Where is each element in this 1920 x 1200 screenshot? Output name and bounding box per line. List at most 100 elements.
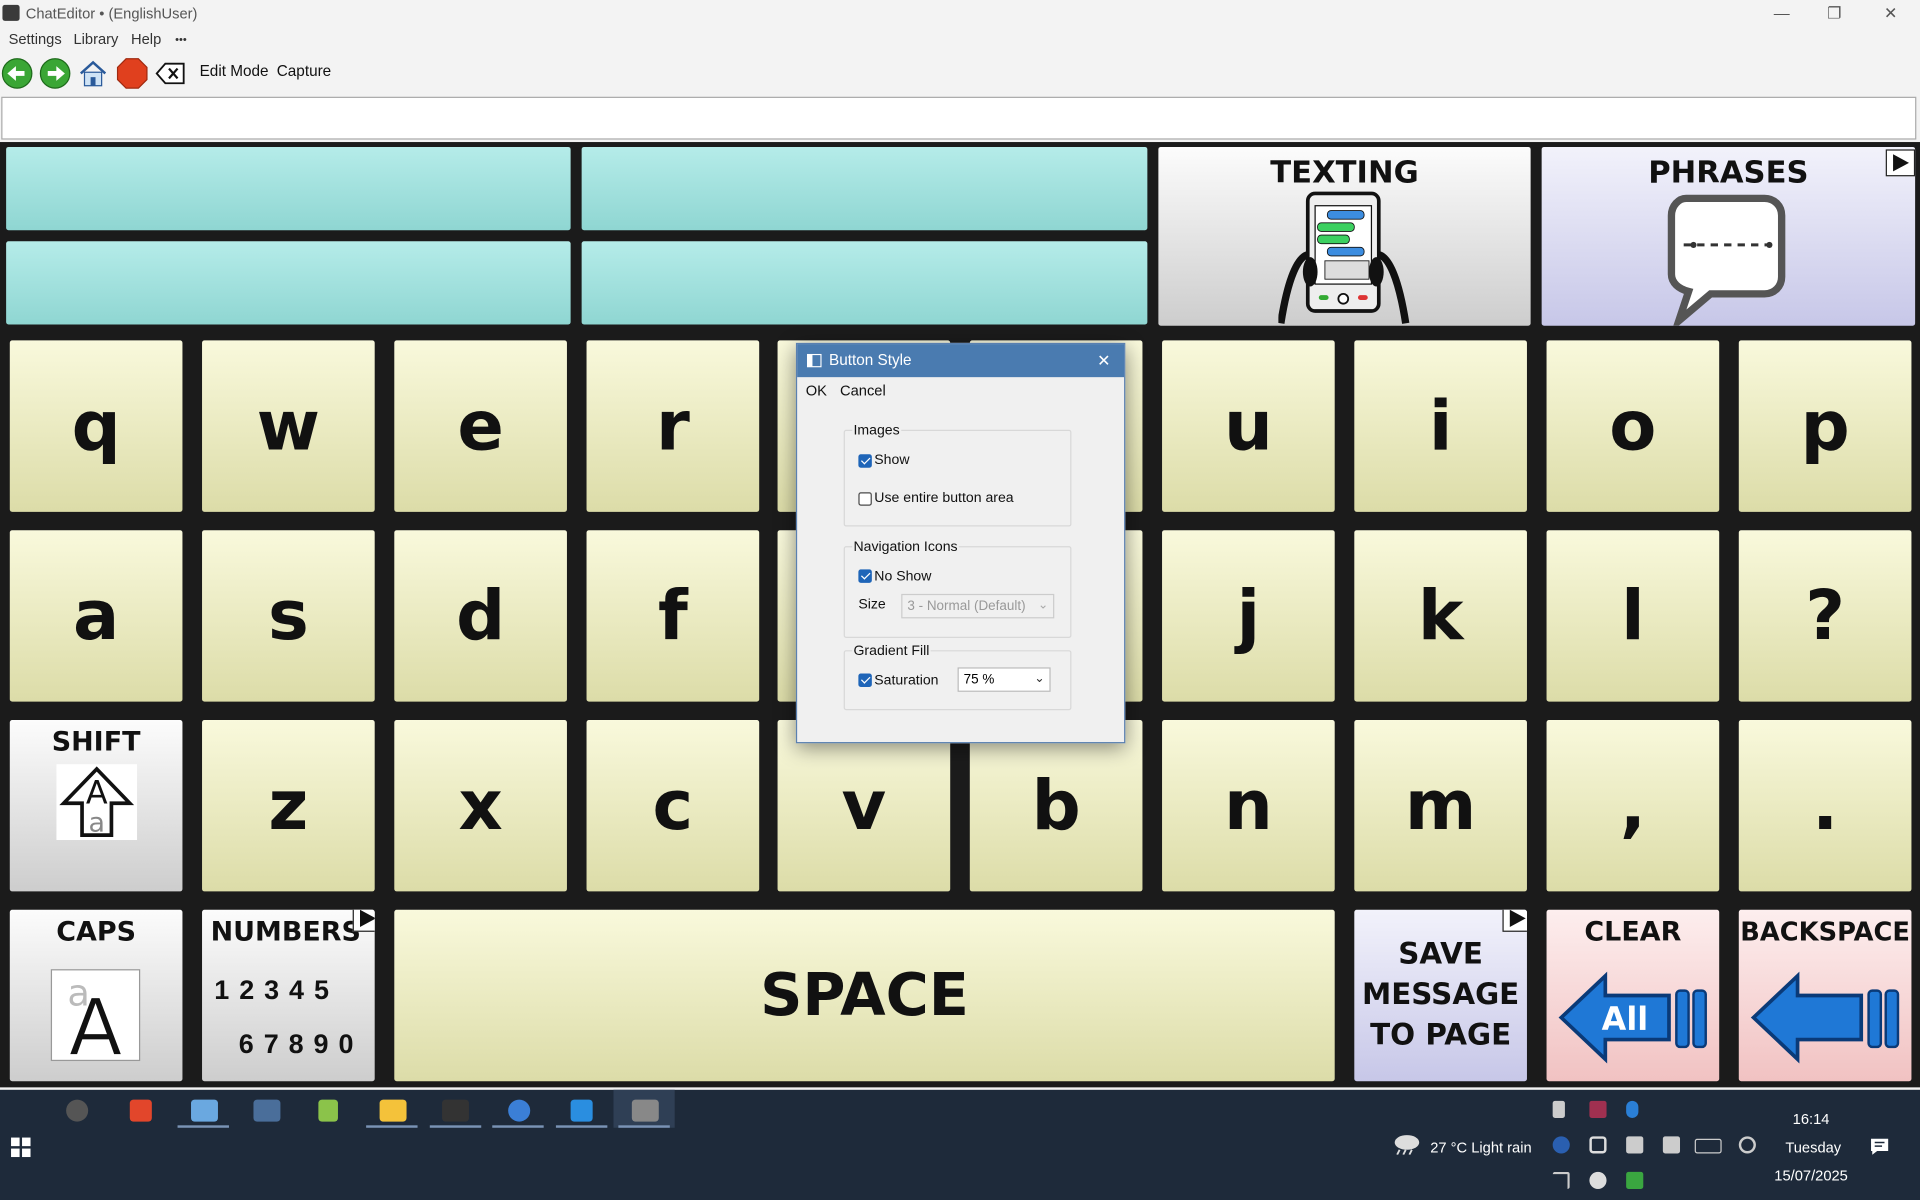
key-s[interactable]: s [202, 530, 375, 702]
key-n[interactable]: n [1162, 720, 1335, 892]
key-d[interactable]: d [394, 530, 567, 702]
empty-cell-1[interactable] [6, 146, 571, 231]
key-c[interactable]: c [586, 720, 760, 892]
photos-app-icon[interactable] [253, 1099, 281, 1122]
key-b[interactable]: b [969, 720, 1143, 892]
stop-icon[interactable] [116, 58, 148, 90]
clock-date[interactable]: 15/07/2025 [1774, 1167, 1848, 1184]
key-p[interactable]: p [1738, 340, 1912, 512]
saturation-checkbox[interactable] [858, 673, 872, 687]
key-o[interactable]: o [1546, 340, 1720, 512]
keyboard-icon[interactable] [1694, 1138, 1722, 1154]
restore-button[interactable]: ❐ [1806, 0, 1862, 27]
brave-browser-icon[interactable] [129, 1099, 152, 1122]
tray-icon[interactable] [1589, 1100, 1607, 1118]
weather-text[interactable]: 27 °C Light rain [1430, 1139, 1531, 1156]
dialog-ok-button[interactable]: OK [806, 382, 827, 399]
taskbar-app-icon[interactable] [66, 1099, 89, 1122]
terminal-icon[interactable] [442, 1099, 469, 1122]
taskbar-app-icon[interactable] [191, 1099, 218, 1122]
key-v[interactable]: v [777, 720, 951, 892]
bluetooth-icon[interactable] [1626, 1100, 1639, 1118]
taskbar-app-icon[interactable] [318, 1099, 338, 1122]
file-explorer-icon[interactable] [379, 1099, 407, 1122]
menu-more[interactable]: ••• [175, 33, 187, 45]
clock-time[interactable]: 16:14 [1793, 1111, 1830, 1128]
empty-cell-3[interactable] [6, 241, 571, 325]
chevron-down-icon: ⌄ [1037, 598, 1049, 613]
key-k[interactable]: k [1354, 530, 1527, 702]
shift-button[interactable]: SHIFT A a [9, 720, 183, 892]
texting-button[interactable]: TEXTING [1158, 146, 1531, 326]
no-show-label: No Show [874, 569, 932, 585]
backspace-button[interactable]: BACKSPACE [1738, 909, 1912, 1082]
dialog-title-bar: Button Style ✕ [797, 344, 1125, 378]
empty-cell-4[interactable] [581, 241, 1148, 325]
taskbar-active-indicator [618, 1125, 670, 1128]
forward-arrow-icon[interactable] [39, 58, 71, 90]
key-f[interactable]: f [586, 530, 760, 702]
wifi-icon[interactable] [1552, 1171, 1570, 1189]
phrases-button[interactable]: PHRASES [1541, 146, 1916, 326]
dialog-close-button[interactable]: ✕ [1097, 344, 1110, 377]
backspace-arrow-icon [1750, 971, 1900, 1064]
key-x[interactable]: x [394, 720, 567, 892]
phone-texting-icon [1278, 191, 1410, 324]
numbers-button[interactable]: NUMBERS 1 2 3 4 5 6 7 8 9 0 [202, 909, 375, 1082]
tray-icon[interactable] [1552, 1136, 1570, 1154]
windows-start-icon[interactable] [11, 1137, 31, 1158]
no-show-checkbox[interactable] [858, 569, 872, 583]
show-images-label: Show [874, 453, 910, 468]
key-w[interactable]: w [202, 340, 375, 512]
key-m[interactable]: m [1354, 720, 1527, 892]
key-l[interactable]: l [1546, 530, 1720, 702]
size-dropdown[interactable]: 3 - Normal (Default) ⌄ [901, 593, 1055, 619]
close-button[interactable]: ✕ [1862, 0, 1918, 27]
vscode-icon[interactable] [570, 1099, 593, 1122]
key-r[interactable]: r [586, 340, 760, 512]
caps-button[interactable]: CAPS a A [9, 909, 183, 1082]
dialog-cancel-button[interactable]: Cancel [840, 382, 886, 399]
key-q[interactable]: q [9, 340, 183, 512]
space-button[interactable]: SPACE [394, 909, 1335, 1082]
saturation-dropdown[interactable]: 75 % ⌄ [957, 667, 1051, 692]
settings-gear-icon[interactable] [1738, 1136, 1756, 1154]
menu-help[interactable]: Help [131, 31, 161, 48]
pen-icon[interactable] [1662, 1136, 1681, 1154]
tray-icon[interactable] [1626, 1171, 1644, 1189]
edit-mode-button[interactable]: Edit Mode [200, 62, 269, 79]
volume-icon[interactable] [1589, 1136, 1607, 1154]
tray-icon[interactable] [1552, 1100, 1565, 1118]
show-images-checkbox[interactable] [858, 454, 872, 468]
chat-editor-taskbar-icon[interactable] [631, 1099, 659, 1122]
key-j[interactable]: j [1162, 530, 1335, 702]
key-period[interactable]: . [1738, 720, 1912, 892]
minimize-button[interactable]: — [1753, 0, 1809, 27]
key-a[interactable]: a [9, 530, 183, 702]
windows-taskbar: 27 °C Light rain 16:14 Tuesday 15/07/202… [0, 1089, 1920, 1200]
key-u[interactable]: u [1162, 340, 1335, 512]
key-question[interactable]: ? [1738, 530, 1912, 702]
taskbar-app-icon[interactable] [508, 1099, 531, 1122]
clock-day[interactable]: Tuesday [1785, 1139, 1841, 1156]
home-icon[interactable] [77, 58, 109, 90]
tray-icon[interactable] [1626, 1136, 1644, 1154]
menu-library[interactable]: Library [73, 31, 118, 48]
capture-button[interactable]: Capture [277, 62, 331, 79]
key-comma[interactable]: , [1546, 720, 1720, 892]
notification-icon[interactable] [1870, 1138, 1890, 1156]
key-e[interactable]: e [394, 340, 567, 512]
images-legend: Images [852, 423, 901, 439]
save-message-line-3: TO PAGE [1370, 1017, 1512, 1052]
tray-icon[interactable] [1589, 1171, 1607, 1189]
clear-button[interactable]: CLEAR All [1546, 909, 1720, 1082]
back-arrow-icon[interactable] [1, 58, 33, 90]
save-message-button[interactable]: SAVE MESSAGE TO PAGE [1354, 909, 1527, 1082]
clear-text-icon[interactable] [154, 58, 186, 90]
empty-cell-2[interactable] [581, 146, 1148, 231]
message-box[interactable] [1, 96, 1917, 140]
menu-settings[interactable]: Settings [9, 31, 62, 48]
key-i[interactable]: i [1354, 340, 1527, 512]
key-z[interactable]: z [202, 720, 375, 892]
entire-area-checkbox[interactable] [858, 492, 872, 506]
